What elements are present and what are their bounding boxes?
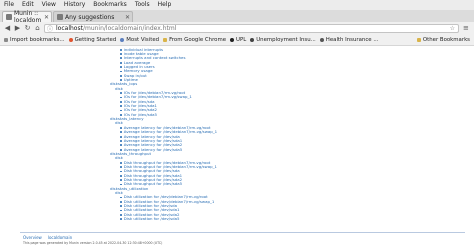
menu-tools[interactable]: Tools: [135, 0, 150, 10]
menu-edit[interactable]: Edit: [22, 0, 34, 10]
bookmark-getting-started[interactable]: Getting Started: [68, 37, 116, 43]
bookmark-icon: [250, 38, 255, 42]
page-icon: [6, 14, 12, 20]
bullet-icon: [120, 201, 122, 203]
bullet-icon: [120, 144, 122, 147]
bullet-icon: [120, 131, 122, 134]
bookmark-most-visited[interactable]: Most Visited: [120, 37, 159, 43]
folder-icon: [416, 38, 421, 42]
bullet-icon: [120, 53, 122, 55]
folder-icon: [163, 38, 168, 42]
graph-link[interactable]: Disk utilization for /dev/sda5: [120, 216, 180, 222]
bullet-icon: [120, 214, 122, 216]
menu-bookmarks[interactable]: Bookmarks: [93, 0, 127, 10]
reload-icon[interactable]: ↻: [23, 24, 32, 33]
bullet-icon: [120, 161, 122, 164]
bookmark-icon: [230, 38, 235, 42]
bookmarks-toolbar: Import bookmarks... Getting Started Most…: [0, 35, 474, 46]
bookmark-unemployment[interactable]: Unemployment Insu...: [250, 37, 316, 43]
page-content: individual interrupts inode table usage In…: [0, 46, 474, 245]
bookmark-star-icon[interactable]: ☆: [450, 25, 455, 32]
bookmark-health-insurance[interactable]: Health Insurance ...: [319, 37, 378, 43]
menu-help[interactable]: Help: [158, 0, 172, 10]
bullet-icon: [120, 170, 122, 173]
address-bar[interactable]: ⓘ localhost /munin/localdomain/index.htm…: [44, 24, 459, 33]
firefox-icon: [68, 38, 73, 42]
crumb-localdomain[interactable]: localdomain: [48, 235, 72, 240]
bookmark-google-chrome[interactable]: From Google Chrome: [163, 37, 226, 43]
bullet-icon: [120, 66, 122, 68]
bullet-icon: [120, 92, 122, 95]
bookmark-upl[interactable]: UPL: [230, 37, 246, 43]
import-icon: [4, 38, 8, 42]
bullet-icon: [120, 209, 122, 212]
bookmark-other[interactable]: Other Bookmarks: [416, 37, 470, 43]
breadcrumb: Overview localdomain: [23, 235, 78, 240]
navigation-toolbar: ◀ ▶ ↻ ⌂ ⓘ localhost /munin/localdomain/i…: [0, 22, 474, 36]
close-icon[interactable]: ✕: [44, 14, 49, 21]
bullet-icon: [120, 105, 122, 108]
page-icon: [57, 14, 63, 20]
bullet-icon: [120, 74, 122, 77]
forward-icon[interactable]: ▶: [13, 24, 22, 33]
gear-icon: [120, 38, 125, 42]
bullet-icon: [120, 196, 122, 199]
bullet-icon: [120, 96, 122, 99]
bookmark-icon: [319, 38, 324, 42]
bullet-icon: [120, 61, 122, 64]
close-icon[interactable]: ✕: [125, 14, 130, 21]
tab-strip: Munin :: localdom ✕ Any suggestions ✕ +: [0, 10, 474, 30]
bullet-icon: [120, 48, 122, 51]
tab-suggestions[interactable]: Any suggestions ✕: [53, 11, 133, 22]
menu-bar: File Edit View History Bookmarks Tools H…: [0, 0, 474, 10]
bullet-icon: [120, 100, 122, 103]
generated-note: This page was generated by Munin version…: [23, 241, 163, 245]
menu-history[interactable]: History: [64, 0, 85, 10]
url-path: /munin/localdomain/index.html: [82, 25, 177, 32]
crumb-overview[interactable]: Overview: [23, 235, 42, 240]
hamburger-menu-icon[interactable]: ≡: [463, 24, 469, 33]
back-icon[interactable]: ◀: [3, 24, 12, 33]
bullet-icon: [120, 218, 122, 221]
url-host: localhost: [56, 25, 83, 32]
bullet-icon: [120, 135, 122, 138]
bullet-icon: [120, 70, 122, 73]
tree-label: Disk utilization for /dev/sda5: [123, 216, 180, 222]
bullet-icon: [120, 57, 122, 60]
bullet-icon: [120, 140, 122, 142]
tab-label: Any suggestions: [65, 13, 115, 21]
bullet-icon: [120, 205, 122, 208]
menu-file[interactable]: File: [4, 0, 14, 10]
bullet-icon: [120, 127, 122, 129]
bullet-icon: [120, 174, 122, 177]
home-icon[interactable]: ⌂: [33, 24, 42, 33]
tab-munin[interactable]: Munin :: localdom ✕: [2, 10, 52, 24]
menu-view[interactable]: View: [42, 0, 56, 10]
bullet-icon: [120, 109, 122, 112]
bullet-icon: [120, 166, 122, 168]
bookmark-import[interactable]: Import bookmarks...: [4, 37, 65, 43]
page-footer: Overview localdomain This page was gener…: [20, 232, 465, 245]
bullet-icon: [120, 179, 122, 182]
info-icon[interactable]: ⓘ: [47, 24, 53, 33]
